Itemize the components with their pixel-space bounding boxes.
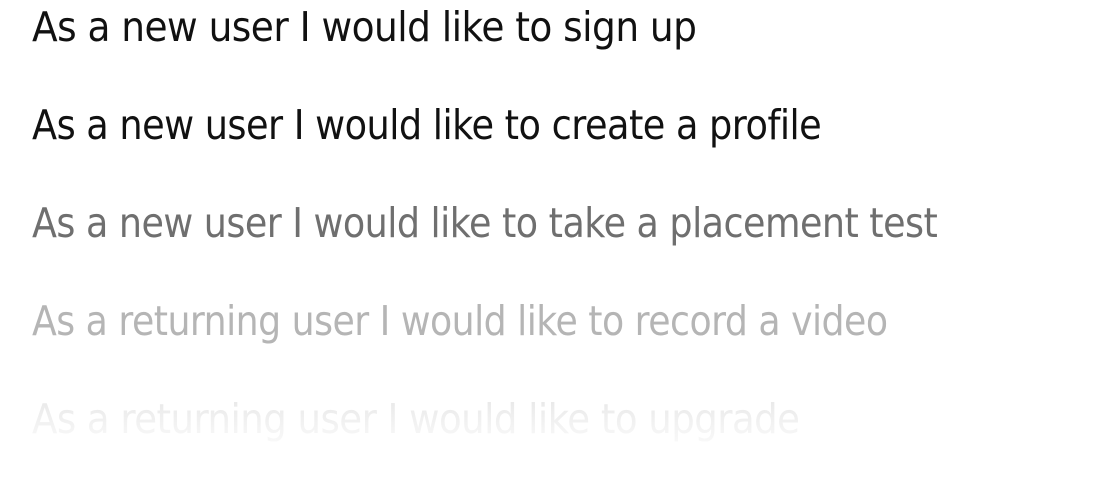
user-story-list: As a new user I would like to sign up As… (32, 0, 1102, 490)
story-text: As a returning user I would like to upgr… (32, 395, 800, 443)
story-text: As a new user I would like to create a p… (32, 101, 822, 149)
list-item: As a new user I would like to sign up (32, 0, 1102, 98)
list-item: As a returning user I would like to reco… (32, 294, 1102, 392)
story-text: As a new user I would like to sign up (32, 3, 697, 51)
list-item: As a new user I would like to create a p… (32, 98, 1102, 196)
list-item: As a new user I would like to take a pla… (32, 196, 1102, 294)
story-text: As a returning user I would like to reco… (32, 297, 888, 345)
story-text: As a new user I would like to take a pla… (32, 199, 938, 247)
list-item: As a returning user I would like to upgr… (32, 392, 1102, 490)
